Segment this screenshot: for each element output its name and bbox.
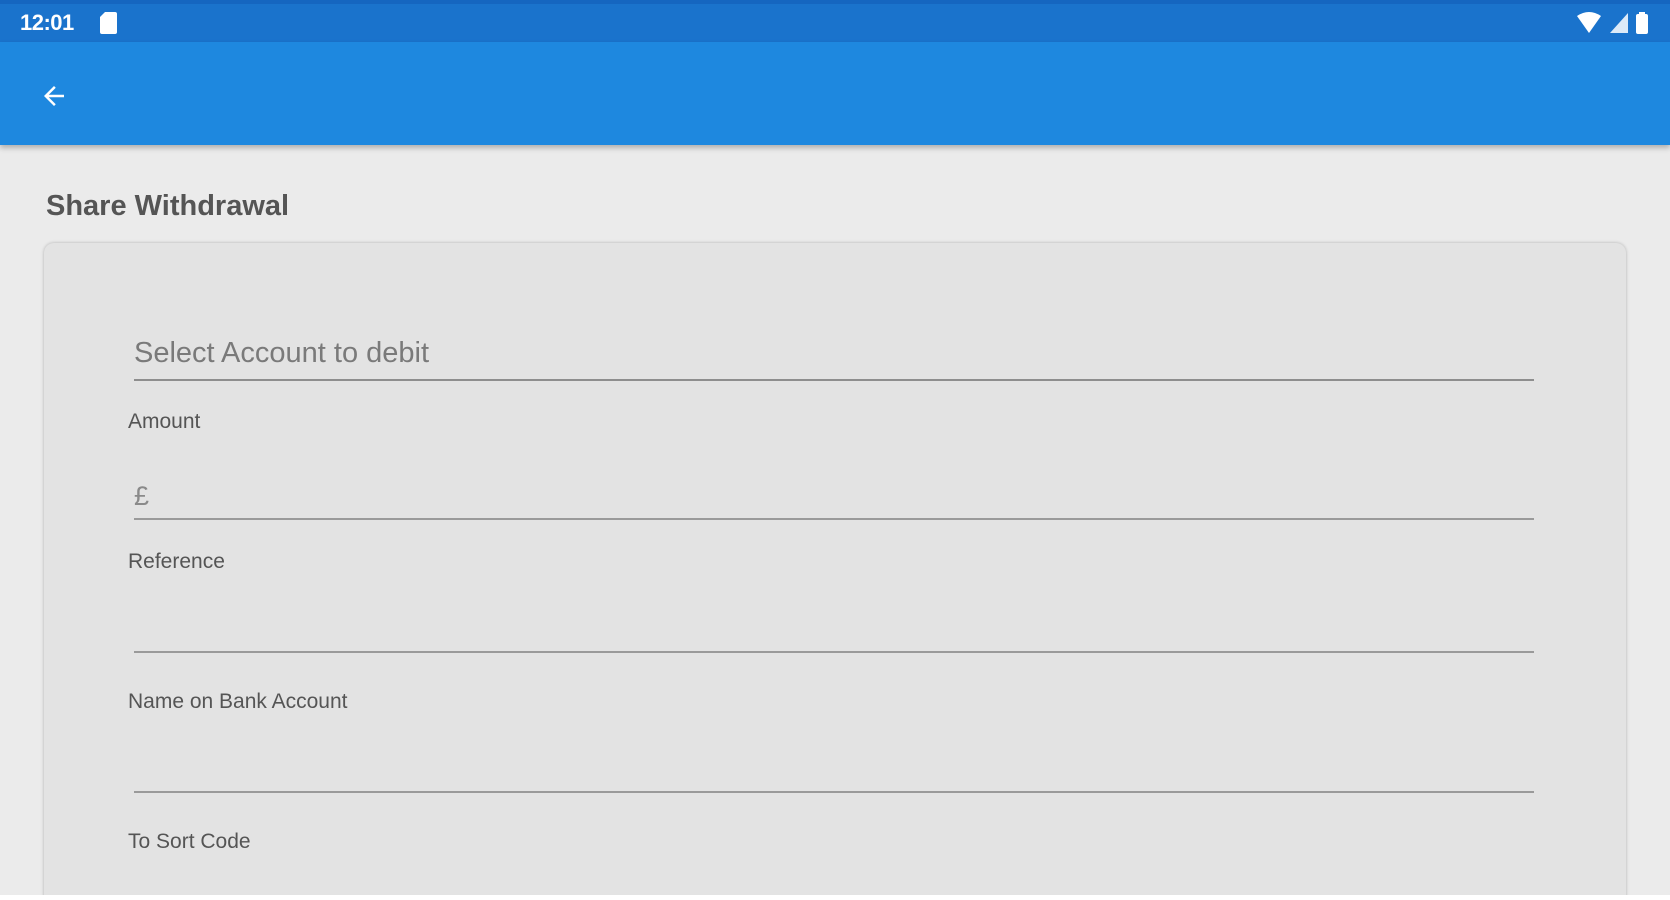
bottom-edge (0, 895, 1670, 900)
status-bar: 12:01 (0, 0, 1670, 42)
arrow-back-icon (44, 86, 64, 106)
amount-label: Amount (128, 410, 201, 433)
sd-card-icon (100, 12, 117, 34)
cell-signal-icon (1610, 13, 1628, 33)
account-select[interactable]: Select Account to debit (134, 337, 1534, 381)
amount-input[interactable] (134, 480, 1534, 520)
wifi-icon (1577, 12, 1601, 33)
name-on-account-label: Name on Bank Account (128, 690, 348, 713)
status-icons (1576, 10, 1648, 36)
sort-code-label: To Sort Code (128, 830, 251, 853)
reference-label: Reference (128, 550, 225, 573)
page-title: Share Withdrawal (46, 190, 290, 222)
status-time: 12:01 (20, 10, 74, 35)
app-bar (0, 42, 1670, 145)
screen: 12:01 Share Withdrawal Select Account to… (0, 0, 1670, 900)
reference-input[interactable] (134, 613, 1534, 653)
battery-icon (1636, 12, 1648, 34)
withdrawal-form-card: Select Account to debit Amount £ Referen… (44, 243, 1626, 900)
name-on-account-input[interactable] (134, 753, 1534, 793)
back-button[interactable] (30, 72, 78, 120)
